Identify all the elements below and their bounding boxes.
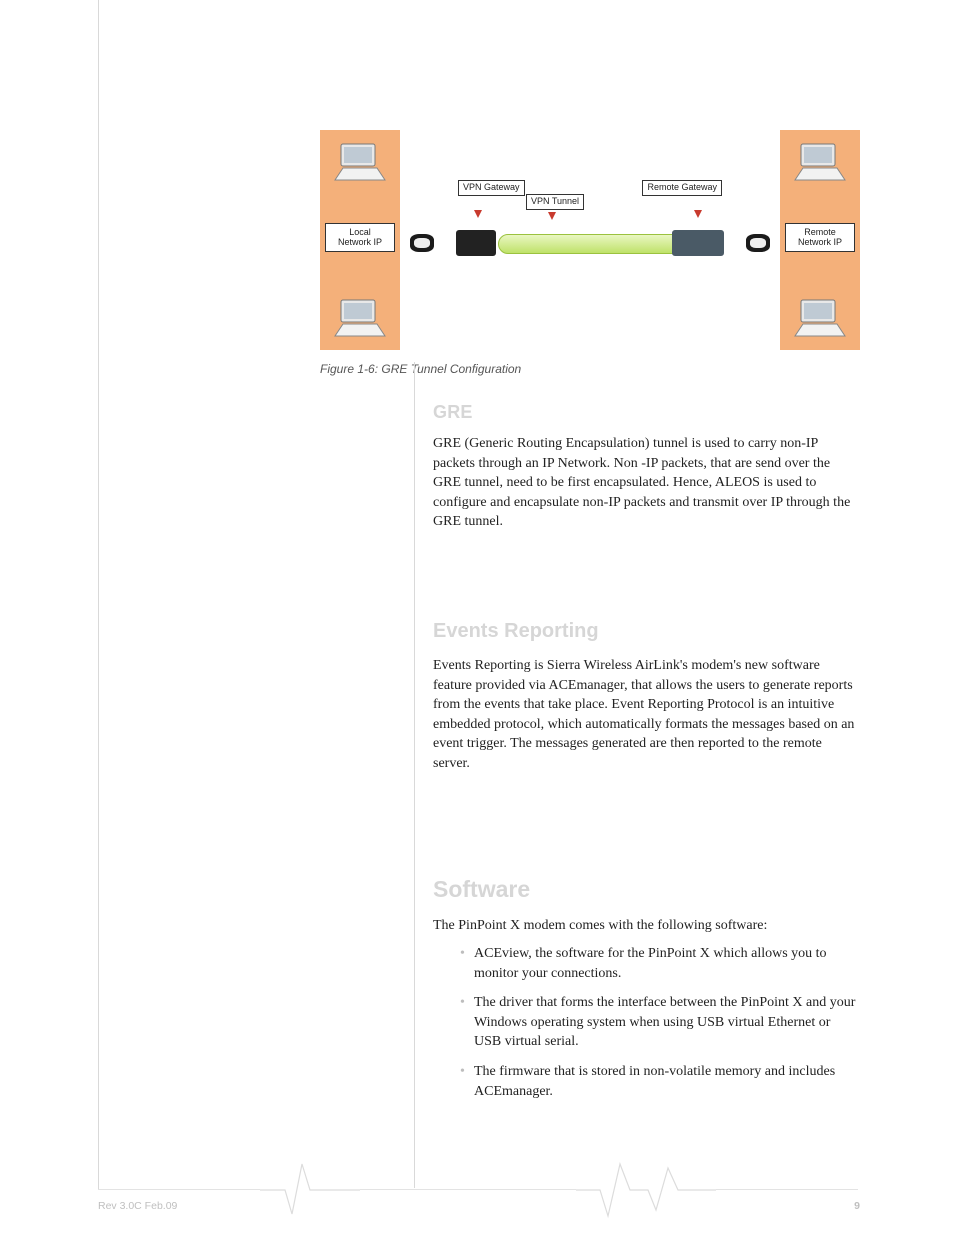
list-item: The driver that forms the interface betw… [460,993,858,1052]
laptop-icon [791,296,849,340]
router-icon [746,234,770,252]
vpn-gateway-label: VPN Gateway [458,180,525,196]
arrow-down-icon [694,210,702,218]
column-rule [414,362,415,1188]
remote-network-panel: Remote Network IP [780,130,860,350]
paragraph-events-reporting: Events Reporting is Sierra Wireless AirL… [433,656,858,774]
footer-revision: Rev 3.0C Feb.09 [98,1200,177,1212]
margin-rule-left [98,0,99,1190]
vpn-tunnel-label: VPN Tunnel [526,194,584,210]
arrow-down-icon [474,210,482,218]
arrow-down-icon [548,212,556,220]
list-item: ACEview, the software for the PinPoint X… [460,944,858,983]
software-bullet-list: ACEview, the software for the PinPoint X… [460,944,858,1111]
footer-page-number: 9 [854,1200,860,1212]
remote-network-ip-label: Remote Network IP [785,223,855,252]
heading-software: Software [433,876,530,903]
footer-rule [98,1189,858,1190]
heartbeat-divider-icon [260,1162,360,1222]
figure-gre-tunnel-diagram: Local Network IP Remote Network IP VPN G… [320,130,860,350]
vpn-gateway-device-icon [456,230,496,256]
laptop-icon [331,296,389,340]
local-network-ip-label: Local Network IP [325,223,395,252]
remote-gateway-device-icon [672,230,724,256]
figure-caption: Figure 1-6: GRE Tunnel Configuration [320,362,521,376]
local-network-panel: Local Network IP [320,130,400,350]
heartbeat-divider-icon [576,1162,716,1222]
router-icon [410,234,434,252]
laptop-icon [331,140,389,184]
paragraph-gre: GRE (Generic Routing Encapsulation) tunn… [433,434,858,532]
page-footer: Rev 3.0C Feb.09 9 [98,1200,860,1212]
remote-gateway-label: Remote Gateway [642,180,722,196]
page: Local Network IP Remote Network IP VPN G… [0,0,954,1235]
list-item: The firmware that is stored in non-volat… [460,1062,858,1101]
paragraph-software-intro: The PinPoint X modem comes with the foll… [433,916,858,936]
heading-events-reporting: Events Reporting [433,620,599,643]
vpn-tunnel-graphic [498,234,682,254]
laptop-icon [791,140,849,184]
heading-gre: GRE [433,402,473,423]
